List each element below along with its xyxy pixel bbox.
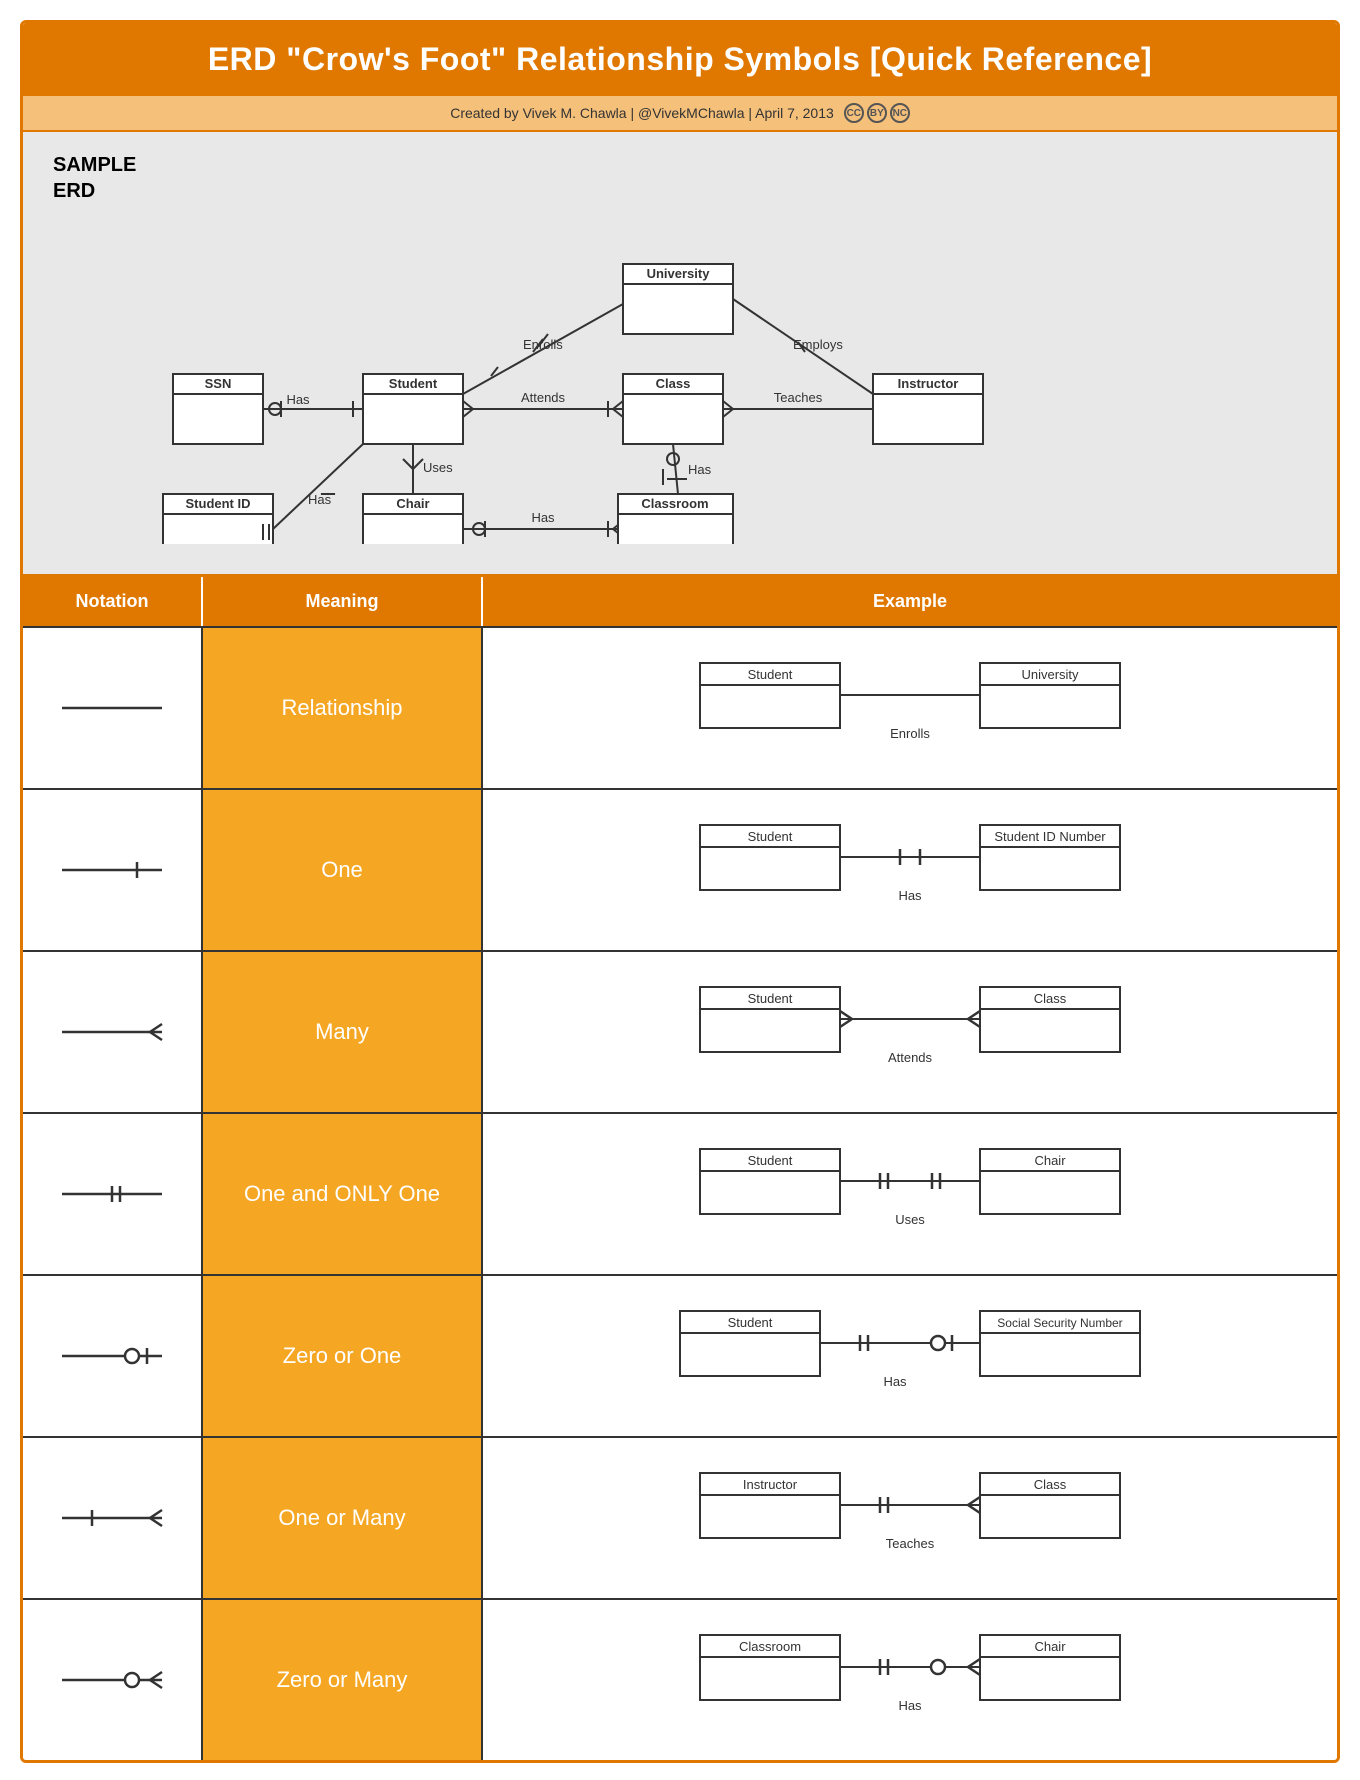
symbol-relationship <box>23 628 203 788</box>
svg-text:Teaches: Teaches <box>886 1536 935 1551</box>
svg-text:Enrolls: Enrolls <box>523 337 563 352</box>
svg-text:Chair: Chair <box>396 496 429 511</box>
svg-text:Has: Has <box>898 1698 922 1713</box>
svg-text:Has: Has <box>286 392 310 407</box>
svg-text:Student: Student <box>748 991 793 1006</box>
svg-text:Student ID Number: Student ID Number <box>994 829 1106 844</box>
header-meaning: Meaning <box>203 577 483 626</box>
example-one-only: Student Chair Uses <box>483 1114 1337 1274</box>
nc-icon: NC <box>890 103 910 123</box>
notation-row-one-only: One and ONLY One Student Chair Uses <box>23 1114 1337 1276</box>
svg-text:Chair: Chair <box>1034 1153 1066 1168</box>
example-one-svg: Student Student ID Number Has <box>650 805 1170 935</box>
main-container: ERD "Crow's Foot" Relationship Symbols [… <box>20 20 1340 1763</box>
erd-canvas: Has Has Enrolls < Class (many on both si… <box>53 204 1307 544</box>
meaning-zero-one: Zero or One <box>203 1276 483 1436</box>
erd-label: SAMPLEERD <box>53 152 1307 204</box>
example-one-many: Instructor Class Teaches <box>483 1438 1337 1598</box>
meaning-zero-many: Zero or Many <box>203 1600 483 1760</box>
erd-section: SAMPLEERD Has Has <box>23 132 1337 577</box>
svg-text:Student: Student <box>728 1315 773 1330</box>
zero-many-symbol-svg <box>52 1665 172 1695</box>
svg-text:Uses: Uses <box>895 1212 925 1227</box>
svg-text:Instructor: Instructor <box>898 376 959 391</box>
symbol-one-many <box>23 1438 203 1598</box>
example-one-only-svg: Student Chair Uses <box>650 1129 1170 1259</box>
svg-text:Has: Has <box>898 888 922 903</box>
symbol-one <box>23 790 203 950</box>
svg-text:Class: Class <box>1034 1477 1067 1492</box>
example-many: Student Class Attends <box>483 952 1337 1112</box>
notation-row-zero-many: Zero or Many Classroom Chair Has <box>23 1600 1337 1760</box>
main-title: ERD "Crow's Foot" Relationship Symbols [… <box>23 23 1337 96</box>
svg-text:SSN: SSN <box>205 376 232 391</box>
many-symbol-svg <box>52 1017 172 1047</box>
one-only-symbol-svg <box>52 1179 172 1209</box>
symbol-zero-many <box>23 1600 203 1760</box>
svg-text:Student: Student <box>748 829 793 844</box>
zero-one-symbol-svg <box>52 1341 172 1371</box>
svg-text:Student: Student <box>748 667 793 682</box>
symbol-many <box>23 952 203 1112</box>
svg-text:Attends: Attends <box>888 1050 933 1065</box>
by-icon: BY <box>867 103 887 123</box>
svg-text:Instructor: Instructor <box>743 1477 798 1492</box>
subtitle-text: Created by Vivek M. Chawla | @VivekMChaw… <box>450 105 834 121</box>
svg-text:Social Security Number: Social Security Number <box>997 1316 1122 1330</box>
example-relationship-svg: Student University Enrolls <box>650 643 1170 773</box>
svg-text:Student: Student <box>748 1153 793 1168</box>
notation-row-zero-one: Zero or One Student Social Security Numb… <box>23 1276 1337 1438</box>
cc-icons: CC BY NC <box>844 103 910 123</box>
svg-text:Enrolls: Enrolls <box>890 726 930 741</box>
svg-text:Uses: Uses <box>423 460 453 475</box>
example-zero-one: Student Social Security Number Has <box>483 1276 1337 1436</box>
svg-text:University: University <box>1021 667 1079 682</box>
symbol-one-only <box>23 1114 203 1274</box>
svg-text:Has: Has <box>531 510 555 525</box>
example-zero-many: Classroom Chair Has <box>483 1600 1337 1760</box>
example-one-many-svg: Instructor Class Teaches <box>650 1453 1170 1583</box>
example-relationship: Student University Enrolls <box>483 628 1337 788</box>
meaning-one-many: One or Many <box>203 1438 483 1598</box>
cc-icon: CC <box>844 103 864 123</box>
svg-text:Classroom: Classroom <box>739 1639 801 1654</box>
svg-text:Student: Student <box>389 376 438 391</box>
erd-svg: Has Has Enrolls < Class (many on both si… <box>133 204 1033 544</box>
header-example: Example <box>483 577 1337 626</box>
notation-row-relationship: Relationship Student University Enrolls <box>23 628 1337 790</box>
meaning-relationship: Relationship <box>203 628 483 788</box>
one-many-symbol-svg <box>52 1503 172 1533</box>
svg-text:Has: Has <box>308 492 332 507</box>
svg-text:Has: Has <box>688 462 712 477</box>
one-symbol-svg <box>52 855 172 885</box>
svg-text:Classroom: Classroom <box>641 496 708 511</box>
example-one: Student Student ID Number Has <box>483 790 1337 950</box>
subtitle-bar: Created by Vivek M. Chawla | @VivekMChaw… <box>23 96 1337 132</box>
notation-row-one-many: One or Many Instructor Class Teaches <box>23 1438 1337 1600</box>
example-zero-many-svg: Classroom Chair Has <box>650 1615 1170 1745</box>
svg-text:Employs: Employs <box>793 337 843 352</box>
svg-text:Has: Has <box>883 1374 907 1389</box>
svg-text:Class: Class <box>1034 991 1067 1006</box>
meaning-one-only: One and ONLY One <box>203 1114 483 1274</box>
meaning-many: Many <box>203 952 483 1112</box>
relationship-symbol-svg <box>52 693 172 723</box>
notation-row-one: One Student Student ID Number Has <box>23 790 1337 952</box>
example-many-svg: Student Class Attends <box>650 967 1170 1097</box>
svg-text:Teaches: Teaches <box>774 390 823 405</box>
notation-table-header: Notation Meaning Example <box>23 577 1337 628</box>
svg-text:Attends: Attends <box>521 390 566 405</box>
svg-text:Class: Class <box>656 376 691 391</box>
example-zero-one-svg: Student Social Security Number Has <box>650 1291 1170 1421</box>
symbol-zero-one <box>23 1276 203 1436</box>
svg-text:Student ID: Student ID <box>186 496 251 511</box>
svg-text:University: University <box>647 266 711 281</box>
notation-row-many: Many Student Class Attends <box>23 952 1337 1114</box>
header-notation: Notation <box>23 577 203 626</box>
meaning-one: One <box>203 790 483 950</box>
svg-text:Chair: Chair <box>1034 1639 1066 1654</box>
